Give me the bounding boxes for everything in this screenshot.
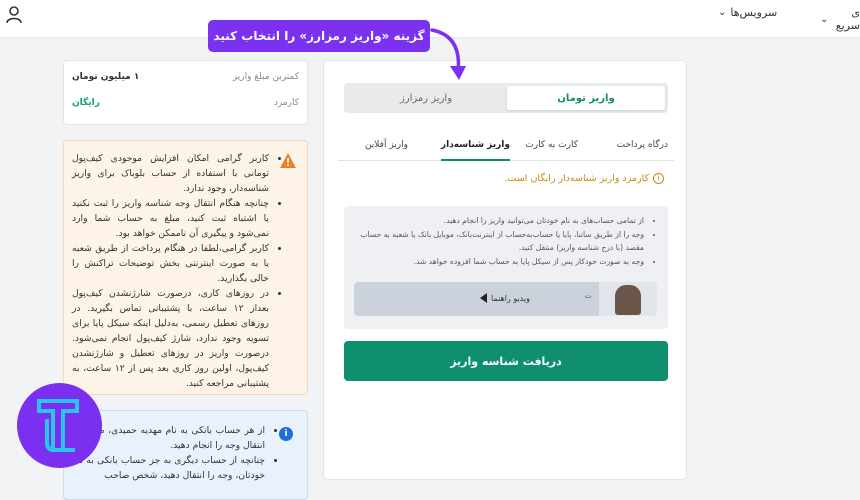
deposit-card: واریز تومان واریز رمزارز درگاه پرداخت کا… [323, 60, 687, 480]
list-item: وجه را از طریق ساتنا، پایا یا حساب‌به‌حس… [358, 228, 644, 255]
list-item: چنانچه هنگام انتقال وجه شناسه واریز را ث… [72, 196, 269, 241]
min-deposit-value: ۱ میلیون تومان [72, 72, 140, 82]
currency-toggle: واریز تومان واریز رمزارز [344, 83, 668, 113]
tab-payment-gateway[interactable]: درگاه پرداخت [617, 137, 668, 161]
tab-offline-deposit[interactable]: واریز آفلاین [365, 137, 408, 161]
play-icon [480, 293, 487, 303]
deposit-summary-card: کمترین مبلغ واریز ۱ میلیون تومان کارمزد … [63, 60, 308, 125]
min-deposit-label: کمترین مبلغ واریز [232, 72, 299, 82]
list-item: کاربر گرامی،لطفا در هنگام پرداخت از طریق… [72, 241, 269, 286]
fee-label: کارمزد [273, 98, 299, 108]
video-guide-text: ویدیو راهنما [491, 293, 530, 303]
tab-card-to-card[interactable]: کارت به کارت [525, 137, 578, 161]
chevron-down-icon: ⌄ [718, 7, 727, 18]
list-item: وجه به صورت خودکار پس از سیکل پایا به حس… [358, 255, 644, 269]
info-circle-icon: i [653, 173, 664, 184]
list-item: در روزهای کاری، درصورت شارژنشدن کیف‌پول … [72, 286, 269, 391]
get-deposit-id-button[interactable]: دریافت شناسه واریز [344, 341, 668, 381]
fee-note: i کارمزد واریز شناسه‌دار رایگان است. [504, 173, 664, 184]
user-icon[interactable] [5, 5, 23, 25]
brand-logo [17, 383, 102, 468]
callout-arrow-icon [430, 28, 466, 80]
brand-logo-icon [37, 399, 79, 452]
fee-note-text: کارمزد واریز شناسه‌دار رایگان است. [504, 173, 649, 184]
fee-value: رایگان [72, 98, 100, 108]
warning-icon [280, 153, 296, 168]
info-list: از هر حساب بانکی به نام مهدیه حمیدی، می‌… [72, 423, 275, 483]
tutorial-callout: گزینه «واریز رمزارز» را انتخاب کنید [208, 20, 430, 52]
video-guide-banner[interactable]: ت ویدیو راهنما [354, 282, 657, 316]
video-thumbnail [599, 282, 657, 316]
warning-list: کاربر گرامی امکان افزایش موجودی کیف‌پول … [72, 151, 279, 391]
nav-services-label: سرویس‌ها [730, 6, 778, 19]
nav-quick[interactable]: ی سریع ⌄ [820, 6, 860, 32]
fee-row: کارمزد رایگان [72, 98, 299, 108]
crypto-deposit-button[interactable]: واریز رمزارز [347, 86, 505, 110]
chevron-down-icon: ⌄ [820, 13, 829, 25]
instructions-list: از تمامی حساب‌های به نام خودتان می‌توانی… [358, 214, 654, 268]
info-icon: i [279, 427, 293, 441]
instructions-box: از تمامی حساب‌های به نام خودتان می‌توانی… [344, 206, 668, 329]
video-guide-label[interactable]: ویدیو راهنما [480, 293, 530, 303]
min-deposit-row: کمترین مبلغ واریز ۱ میلیون تومان [72, 72, 299, 82]
video-brand-mark: ت [584, 291, 592, 300]
toman-deposit-button[interactable]: واریز تومان [507, 86, 665, 110]
warning-box: کاربر گرامی امکان افزایش موجودی کیف‌پول … [63, 140, 308, 395]
presenter-avatar [615, 285, 641, 315]
nav-quick-label: ی سریع [835, 6, 860, 32]
list-item: کاربر گرامی امکان افزایش موجودی کیف‌پول … [72, 151, 269, 196]
deposit-method-tabs: درگاه پرداخت کارت به کارت واریز شناسه‌دا… [338, 137, 674, 161]
tab-id-deposit[interactable]: واریز شناسه‌دار [440, 137, 510, 161]
nav-services[interactable]: سرویس‌ها ⌄ [718, 6, 777, 19]
list-item: از تمامی حساب‌های به نام خودتان می‌توانی… [358, 214, 644, 228]
